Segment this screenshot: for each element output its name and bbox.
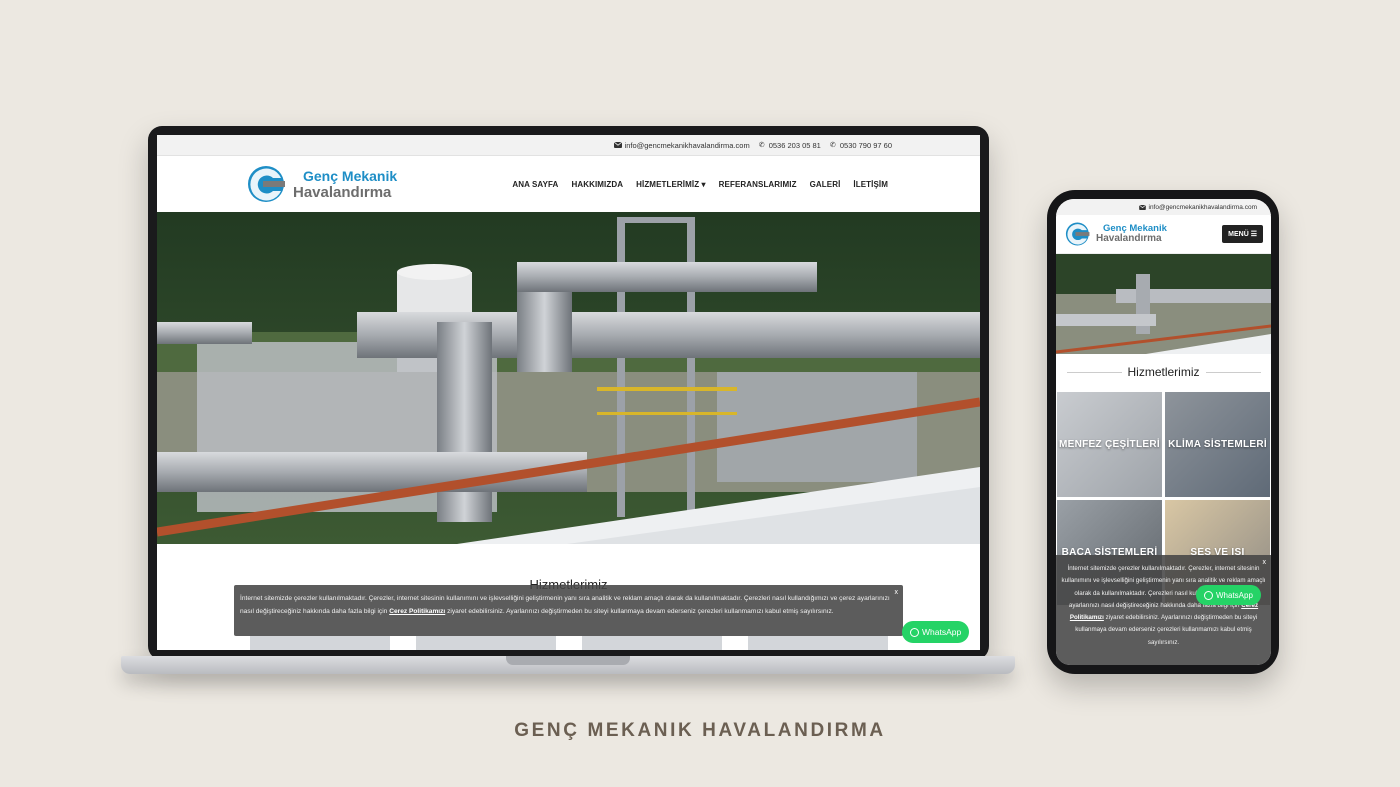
logo-line-1: Genç Mekanik [303,167,398,184]
whatsapp-label: WhatsApp [922,627,962,637]
menu-item-home[interactable]: ANA SAYFA [512,180,558,189]
hero-illustration [157,212,980,544]
hero-image-industrial-pipes [157,212,980,544]
main-menu: ANA SAYFA HAKKIMIZDA HİZMETLERİMİZ ▾ REF… [512,180,888,189]
whatsapp-button[interactable]: WhatsApp [902,621,970,643]
email-contact[interactable]: info@gencmekanikhavalandirma.com [613,140,750,150]
whatsapp-icon [910,627,919,637]
phone-site-logo[interactable]: Genç Mekanik Havalandırma [1064,221,1167,247]
logo-mark-icon [1065,222,1090,246]
phone-services-title-row: Hizmetlerimiz [1056,354,1271,390]
phone-whatsapp-button[interactable]: WhatsApp [1196,585,1261,605]
phone-menu-button[interactable]: MENÜ ☰ [1222,225,1263,243]
mail-icon [1138,204,1146,210]
divider [1066,371,1122,373]
phone-screen: info@gencmekanikhavalandirma.com Genç Me… [1056,199,1271,665]
menu-item-about[interactable]: HAKKIMIZDA [571,180,623,189]
service-card-menfez[interactable]: MENFEZ ÇEŞİTLERİ [1057,392,1162,497]
main-navbar: Genç Mekanik Havalandırma ANA SAYFA HAKK… [157,156,980,212]
phone-1-text: 0536 203 05 81 [768,140,821,150]
service-card[interactable] [748,636,888,650]
phone-navbar: Genç Mekanik Havalandırma MENÜ ☰ [1056,215,1271,254]
email-text: info@gencmekanikhavalandirma.com [624,140,750,150]
cookie-close-button[interactable]: x [895,587,899,600]
phone-email-text[interactable]: info@gencmekanikhavalandirma.com [1149,204,1258,211]
cookie-text-2: ziyaret edebilirsiniz. Ayarlarınızı deği… [447,607,834,615]
cookie-close-button[interactable]: x [1263,557,1267,569]
phone-2-text: 0530 790 97 60 [839,140,892,150]
laptop-screen: info@gencmekanikhavalandirma.com ✆ 0536 … [157,135,980,650]
service-cards-row [250,636,888,650]
logo-mark-icon [248,166,285,202]
cookie-banner: İnternet sitemizde çerezler kullanılmakt… [234,585,903,636]
phone-logo-line-2: Havalandırma [1096,233,1162,245]
mail-icon [613,142,622,148]
phone-hero-illustration [1056,254,1271,354]
whatsapp-icon [1204,590,1213,600]
phone-icon: ✆ [758,141,765,149]
phone-contact-1[interactable]: ✆ 0536 203 05 81 [759,141,821,150]
service-card[interactable] [416,636,556,650]
phone-contact-topbar: info@gencmekanikhavalandirma.com [1056,199,1271,215]
service-card-label: MENFEZ ÇEŞİTLERİ [1059,439,1160,450]
phone-logo-line-1: Genç Mekanik [1103,222,1167,234]
phone-hero-image [1056,254,1271,354]
service-card-klima[interactable]: KLİMA SİSTEMLERİ [1165,392,1270,497]
site-logo[interactable]: Genç Mekanik Havalandırma [245,164,397,204]
service-card[interactable] [582,636,722,650]
phone-icon: ✆ [829,141,836,149]
presentation-caption: GENÇ MEKANIK HAVALANDIRMA [514,720,886,741]
phone-cookie-banner: İnternet sitemizde çerezler kullanılmakt… [1056,555,1271,665]
cookie-policy-link[interactable]: Cerez Politikamızı [389,608,445,615]
whatsapp-label: WhatsApp [1216,590,1253,600]
contact-topbar: info@gencmekanikhavalandirma.com ✆ 0536 … [157,135,980,156]
menu-item-contact[interactable]: İLETİŞİM [853,180,888,189]
logo-line-2: Havalandırma [293,183,392,201]
laptop-notch [506,656,630,665]
phone-services-title: Hizmetlerimiz [1127,365,1200,379]
phone-contact-2[interactable]: ✆ 0530 790 97 60 [830,141,892,150]
menu-item-references[interactable]: REFERANSLARIMIZ [719,180,797,189]
divider [1205,371,1261,373]
service-card[interactable] [250,636,390,650]
menu-item-services[interactable]: HİZMETLERİMİZ ▾ [636,180,706,189]
service-card-label: KLİMA SİSTEMLERİ [1168,439,1267,450]
menu-item-gallery[interactable]: GALERİ [810,180,841,189]
